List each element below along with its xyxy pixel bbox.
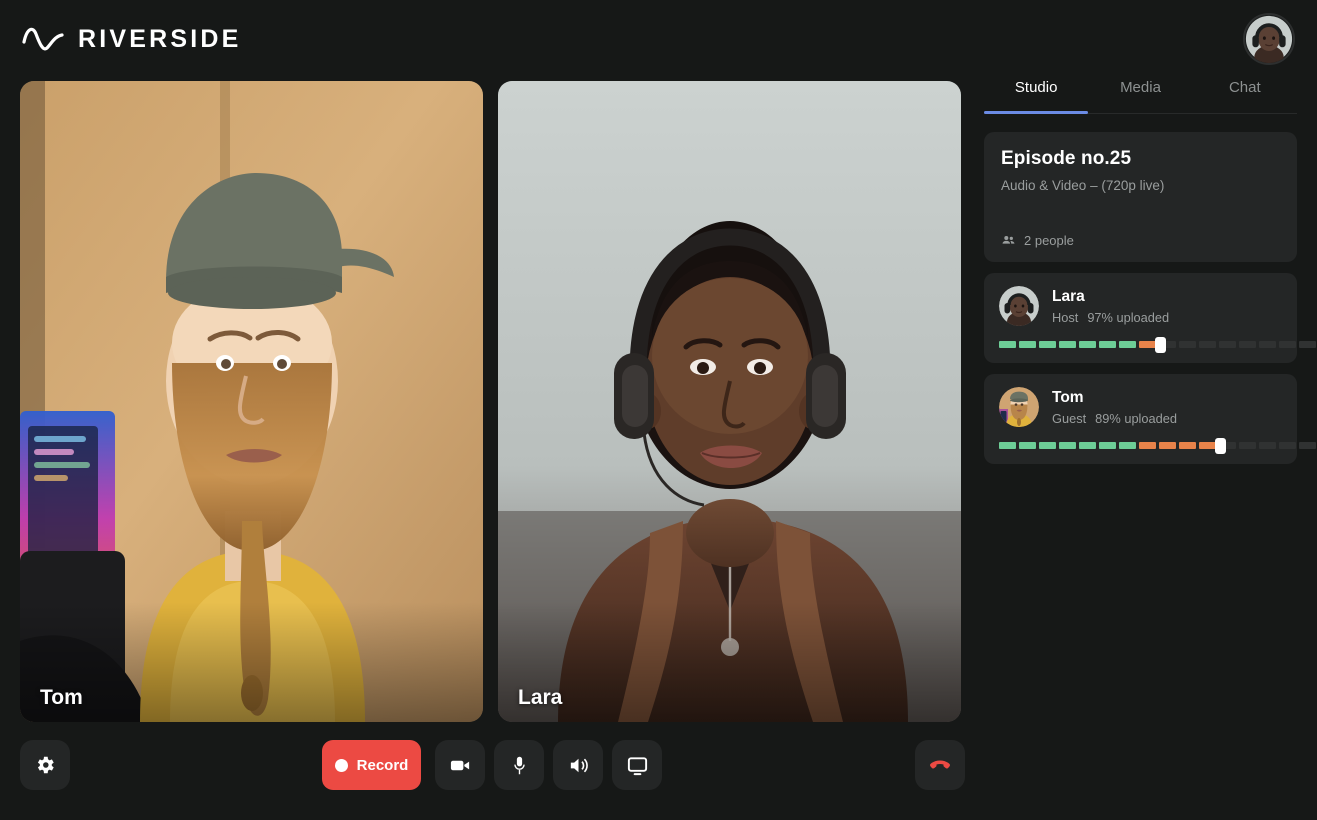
meter-segment: [1139, 341, 1156, 348]
speaker-button[interactable]: [553, 740, 603, 790]
participant-info: Lara Host 97% uploaded: [1052, 288, 1169, 325]
episode-people: 2 people: [1001, 233, 1280, 248]
tab-media[interactable]: Media: [1088, 74, 1192, 113]
monitor-icon: [627, 756, 647, 775]
meter-segment: [999, 341, 1016, 348]
participant-row: Lara Host 97% uploaded: [999, 286, 1282, 326]
meter-segment: [1239, 341, 1256, 348]
meter-segment: [999, 442, 1016, 449]
meter-segment: [1159, 442, 1176, 449]
meter-segment: [1039, 341, 1056, 348]
meter-segment: [1019, 341, 1036, 348]
record-button[interactable]: Record: [322, 740, 421, 790]
meter-segment: [1179, 442, 1196, 449]
meter-thumb[interactable]: [1155, 337, 1166, 353]
tab-chat[interactable]: Chat: [1193, 74, 1297, 113]
audio-level-meter-tom[interactable]: [999, 438, 1316, 454]
meter-segment: [1259, 341, 1276, 348]
participant-card-lara[interactable]: Lara Host 97% uploaded: [984, 273, 1316, 363]
brand-logo[interactable]: RIVERSIDE: [22, 22, 242, 56]
tile-scrim: [498, 602, 961, 722]
brand-name: RIVERSIDE: [78, 25, 242, 53]
participant-info: Tom Guest 89% uploaded: [1052, 389, 1177, 426]
active-tab-underline: [984, 111, 1088, 114]
meter-segment: [1019, 442, 1036, 449]
participant-upload: 89% uploaded: [1095, 410, 1177, 426]
video-tile-lara[interactable]: Lara: [498, 81, 961, 722]
meter-segment: [1079, 341, 1096, 348]
share-screen-button[interactable]: [612, 740, 662, 790]
meter-segment: [1279, 341, 1296, 348]
avatar-image: [999, 286, 1039, 326]
participant-role: Host: [1052, 309, 1079, 325]
avatar-image: [999, 387, 1039, 427]
meter-segment: [1139, 442, 1156, 449]
episode-subtitle: Audio & Video – (720p live): [1001, 178, 1165, 193]
participant-name: Lara: [1052, 287, 1085, 305]
episode-card[interactable]: Episode no.25 Audio & Video – (720p live…: [984, 132, 1297, 262]
speaker-icon: [570, 758, 588, 772]
participant-avatar-tom: [999, 387, 1039, 427]
meter-segment: [1259, 442, 1276, 449]
tab-studio[interactable]: Studio: [984, 74, 1088, 113]
avatar-image: [1245, 15, 1293, 63]
participant-card-tom[interactable]: Tom Guest 89% uploaded: [984, 374, 1316, 464]
meter-segment: [1299, 442, 1316, 449]
phone-hangup-icon: [930, 760, 950, 769]
participant-meta: Guest 89% uploaded: [1052, 411, 1177, 426]
tile-name-tom: Tom: [40, 686, 83, 709]
people-count: 2 people: [1024, 233, 1074, 248]
participant-name: Tom: [1052, 388, 1084, 406]
episode-title: Episode no.25: [1001, 148, 1132, 169]
settings-button[interactable]: [20, 740, 70, 790]
people-icon: [1002, 236, 1015, 244]
meter-segment: [1199, 341, 1216, 348]
record-label: Record: [356, 756, 409, 774]
record-dot-icon: [334, 758, 348, 772]
video-tile-tom[interactable]: Tom: [20, 81, 483, 722]
meter-thumb[interactable]: [1215, 438, 1226, 454]
meter-segment: [1059, 341, 1076, 348]
panel-tabs: Studio Media Chat: [984, 74, 1297, 114]
meter-segment: [1119, 442, 1136, 449]
camera-button[interactable]: [435, 740, 485, 790]
app-header: RIVERSIDE: [0, 0, 1317, 78]
video-camera-icon: [450, 760, 469, 770]
participant-role: Guest: [1052, 410, 1087, 426]
right-panel: Studio Media Chat Episode no.25 Audio & …: [984, 74, 1316, 464]
participant-row: Tom Guest 89% uploaded: [999, 387, 1282, 427]
tile-name-lara: Lara: [518, 686, 563, 709]
participant-meta: Host 97% uploaded: [1052, 310, 1169, 325]
audio-level-meter-lara[interactable]: [999, 337, 1316, 353]
avatar[interactable]: [1243, 13, 1295, 65]
meter-segment: [1279, 442, 1296, 449]
riverside-studio-app: RIVERSIDE Tom Lara Record Studio Media C…: [0, 0, 1317, 820]
meter-segment: [1299, 341, 1316, 348]
waveform-icon: [22, 27, 64, 51]
participant-upload: 97% uploaded: [1087, 309, 1170, 325]
meter-segment: [1219, 341, 1236, 348]
gear-icon: [37, 756, 54, 774]
meter-segment: [1119, 341, 1136, 348]
meter-segment: [1039, 442, 1056, 449]
meter-segment: [1199, 442, 1216, 449]
tile-scrim: [20, 602, 483, 722]
meter-segment: [1179, 341, 1196, 348]
microphone-button[interactable]: [494, 740, 544, 790]
participant-avatar-lara: [999, 286, 1039, 326]
microphone-icon: [513, 756, 525, 774]
hangup-button[interactable]: [915, 740, 965, 790]
meter-segment: [1059, 442, 1076, 449]
meter-segment: [1239, 442, 1256, 449]
meter-segment: [1079, 442, 1096, 449]
meter-segment: [1099, 442, 1116, 449]
bottom-toolbar: Record: [0, 740, 980, 792]
meter-segment: [1099, 341, 1116, 348]
